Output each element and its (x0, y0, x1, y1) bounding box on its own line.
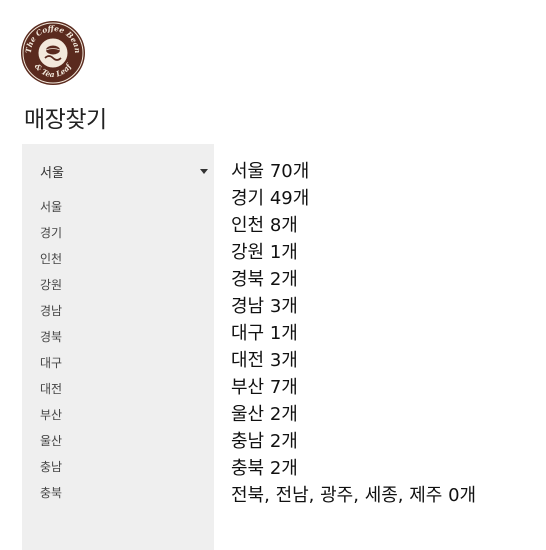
region-select[interactable]: 서울 (40, 160, 210, 182)
store-count-item: 울산 2개 (231, 404, 298, 425)
store-count-item: 서울 70개 (231, 161, 310, 182)
store-count-item: 대구 1개 (231, 323, 298, 344)
store-count-item: 경남 3개 (231, 296, 298, 317)
region-option[interactable]: 울산 (40, 433, 62, 459)
region-option[interactable]: 경기 (40, 225, 62, 251)
region-option[interactable]: 충북 (40, 485, 62, 511)
store-count-item: 인천 8개 (231, 215, 298, 236)
region-option[interactable]: 서울 (40, 199, 62, 225)
region-option[interactable]: 대전 (40, 381, 62, 407)
store-count-item: 부산 7개 (231, 377, 298, 398)
region-list: 서울 경기 인천 강원 경남 경북 대구 대전 부산 울산 충남 충북 (40, 199, 62, 511)
region-option[interactable]: 부산 (40, 407, 62, 433)
region-select-value: 서울 (40, 166, 64, 181)
logo-emblem: The Coffee Bean & Tea Leaf (21, 21, 85, 85)
coffee-bean-icon (46, 45, 60, 55)
region-option[interactable]: 충남 (40, 459, 62, 485)
store-count-item: 경기 49개 (231, 188, 310, 209)
region-option[interactable]: 대구 (40, 355, 62, 381)
store-count-item: 강원 1개 (231, 242, 298, 263)
chevron-down-icon (200, 169, 208, 174)
region-option[interactable]: 경남 (40, 303, 62, 329)
page-title: 매장찾기 (24, 107, 107, 133)
store-count-list: 서울 70개 경기 49개 인천 8개 강원 1개 경북 2개 경남 3개 대구… (231, 160, 476, 511)
coffee-bean-logo[interactable]: The Coffee Bean & Tea Leaf (20, 20, 86, 86)
store-count-item: 경북 2개 (231, 269, 298, 290)
store-count-item: 대전 3개 (231, 350, 298, 371)
store-count-item: 충남 2개 (231, 431, 298, 452)
store-count-item: 충북 2개 (231, 458, 298, 479)
region-option[interactable]: 강원 (40, 277, 62, 303)
region-panel: 서울 서울 경기 인천 강원 경남 경북 대구 대전 부산 울산 충남 충북 (22, 144, 214, 550)
region-option[interactable]: 경북 (40, 329, 62, 355)
region-option[interactable]: 인천 (40, 251, 62, 277)
store-count-item: 전북, 전남, 광주, 세종, 제주 0개 (231, 485, 477, 506)
